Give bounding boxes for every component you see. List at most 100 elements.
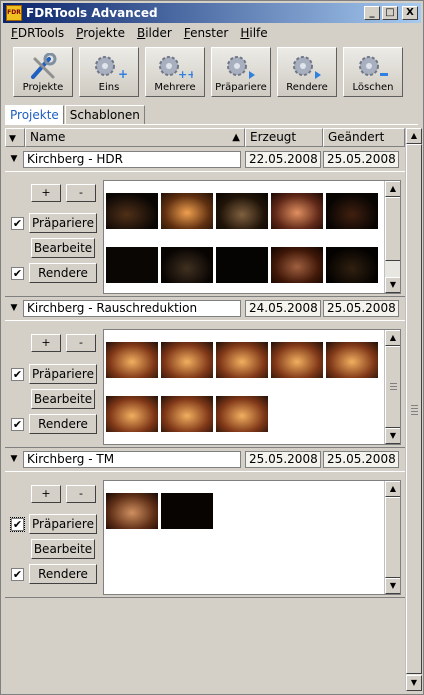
image-thumbnail[interactable] <box>271 193 323 229</box>
image-thumbnail[interactable] <box>106 493 158 529</box>
chevron-down-icon[interactable]: ▼ <box>5 451 23 468</box>
render-button[interactable]: Rendere <box>29 564 97 584</box>
image-thumbnail[interactable] <box>106 247 158 283</box>
gear-minus-icon <box>359 56 388 76</box>
image-thumbnail[interactable] <box>326 193 378 229</box>
chevron-down-icon: ▼ <box>9 134 16 144</box>
collapse-all-toggle[interactable]: ▼ <box>5 128 25 147</box>
image-thumbnail[interactable] <box>216 342 268 378</box>
menu-fenster[interactable]: Fenster <box>178 25 235 43</box>
image-thumbnail[interactable] <box>161 493 213 529</box>
maximize-button[interactable]: □ <box>382 6 398 20</box>
project-panel: + - ✔ Präpariere Bearbeite ✔ Rendere ▲ ▼ <box>5 320 405 448</box>
image-thumbnail[interactable] <box>106 193 158 229</box>
add-image-button[interactable]: + <box>31 485 61 503</box>
toolbar-loschen-button[interactable]: Löschen <box>343 47 403 97</box>
toolbar-rendere-button[interactable]: Rendere <box>277 47 337 97</box>
scroll-up-arrow-icon[interactable]: ▲ <box>385 330 400 346</box>
column-name-label: Name <box>30 130 66 144</box>
prepare-button[interactable]: Präpariere <box>29 213 97 233</box>
minimize-button[interactable]: _ <box>364 6 380 20</box>
scroll-down-arrow-icon[interactable]: ▼ <box>385 428 400 444</box>
edit-button[interactable]: Bearbeite <box>31 238 95 258</box>
image-thumbnail[interactable] <box>216 193 268 229</box>
prepare-checkbox[interactable]: ✔ <box>11 217 24 230</box>
toolbar-loschen-label: Löschen <box>352 82 394 93</box>
render-checkbox[interactable]: ✔ <box>11 267 24 280</box>
render-checkbox[interactable]: ✔ <box>11 418 24 431</box>
tab-projekte[interactable]: Projekte <box>5 105 64 125</box>
main-scrollbar[interactable]: ▲ ▼ <box>405 128 422 691</box>
scroll-up-arrow-icon[interactable]: ▲ <box>385 181 400 197</box>
column-name-header[interactable]: Name ▲ <box>25 128 245 147</box>
scroll-down-arrow-icon[interactable]: ▼ <box>406 675 422 691</box>
prepare-checkbox[interactable]: ✔ <box>10 517 25 532</box>
tab-bar: Projekte Schablonen <box>5 105 146 125</box>
scroll-up-arrow-icon[interactable]: ▲ <box>385 481 400 497</box>
chevron-down-icon[interactable]: ▼ <box>5 151 23 168</box>
scroll-thumb[interactable] <box>385 346 400 428</box>
menu-fdrtools[interactable]: FDRTools <box>5 25 70 43</box>
thumbnail-scrollbar[interactable]: ▲ ▼ <box>384 330 400 444</box>
edit-button[interactable]: Bearbeite <box>31 539 95 559</box>
image-thumbnail[interactable] <box>161 396 213 432</box>
gear-arrow-icon <box>293 56 321 79</box>
project-name-field[interactable]: Kirchberg - Rauschreduktion <box>23 300 241 317</box>
column-modified-header[interactable]: Geändert <box>323 128 405 147</box>
menu-projekte[interactable]: Projekte <box>70 25 131 43</box>
thumbnail-scrollbar[interactable]: ▲ ▼ <box>384 181 400 293</box>
toolbar-prapariere-button[interactable]: Präpariere <box>211 47 271 97</box>
image-thumbnail[interactable] <box>161 342 213 378</box>
scroll-up-arrow-icon[interactable]: ▲ <box>406 128 422 144</box>
scroll-down-arrow-icon[interactable]: ▼ <box>385 277 400 293</box>
scroll-thumb[interactable] <box>406 144 422 674</box>
project-name-field[interactable]: Kirchberg - TM <box>23 451 241 468</box>
scroll-thumb[interactable] <box>385 197 400 261</box>
image-thumbnail[interactable] <box>216 247 268 283</box>
add-image-button[interactable]: + <box>31 334 61 352</box>
menu-bilder[interactable]: Bilder <box>131 25 178 43</box>
project-row: ▼ Kirchberg - TM 25.05.2008 25.05.2008 <box>5 450 405 469</box>
add-image-button[interactable]: + <box>31 184 61 202</box>
toolbar-mehrere-button[interactable]: ++ Mehrere <box>145 47 205 97</box>
image-thumbnail[interactable] <box>106 396 158 432</box>
image-thumbnail[interactable] <box>326 342 378 378</box>
render-button[interactable]: Rendere <box>29 414 97 434</box>
thumbnail-scrollbar[interactable]: ▲ ▼ <box>384 481 400 594</box>
remove-image-button[interactable]: - <box>66 485 96 503</box>
image-thumbnail[interactable] <box>271 342 323 378</box>
image-thumbnail[interactable] <box>271 247 323 283</box>
empty-area <box>5 599 405 691</box>
image-thumbnail[interactable] <box>106 342 158 378</box>
close-button[interactable]: X <box>402 6 418 20</box>
chevron-down-icon[interactable]: ▼ <box>5 300 23 317</box>
toolbar-mehrere-label: Mehrere <box>154 82 196 93</box>
image-thumbnail[interactable] <box>216 396 268 432</box>
thumbnail-grid: ▲ ▼ <box>103 329 401 445</box>
thumbnail-grid: ▲ ▼ <box>103 180 401 294</box>
table-header: ▼ Name ▲ Erzeugt Geändert <box>5 128 405 147</box>
scroll-thumb[interactable] <box>385 497 400 578</box>
image-thumbnail[interactable] <box>161 193 213 229</box>
prepare-button[interactable]: Präpariere <box>29 514 97 534</box>
toolbar: Projekte + Eins ++ Mehrere Präpariere Re… <box>13 47 409 97</box>
remove-image-button[interactable]: - <box>66 184 96 202</box>
image-thumbnail[interactable] <box>326 247 378 283</box>
render-checkbox[interactable]: ✔ <box>11 568 24 581</box>
project-name-field[interactable]: Kirchberg - HDR <box>23 151 241 168</box>
toolbar-projekte-button[interactable]: Projekte <box>13 47 73 97</box>
menu-hilfe[interactable]: Hilfe <box>234 25 273 43</box>
window-title: FDRTools Advanced <box>26 6 158 20</box>
toolbar-eins-button[interactable]: + Eins <box>79 47 139 97</box>
edit-button[interactable]: Bearbeite <box>31 389 95 409</box>
image-thumbnail[interactable] <box>161 247 213 283</box>
prepare-button[interactable]: Präpariere <box>29 364 97 384</box>
render-button[interactable]: Rendere <box>29 263 97 283</box>
prepare-checkbox[interactable]: ✔ <box>11 368 24 381</box>
tab-schablonen[interactable]: Schablonen <box>64 105 145 125</box>
scroll-down-arrow-icon[interactable]: ▼ <box>385 578 400 594</box>
remove-image-button[interactable]: - <box>66 334 96 352</box>
column-created-header[interactable]: Erzeugt <box>245 128 323 147</box>
project-modified-date: 25.05.2008 <box>323 451 399 468</box>
project-modified-date: 25.05.2008 <box>323 151 399 168</box>
